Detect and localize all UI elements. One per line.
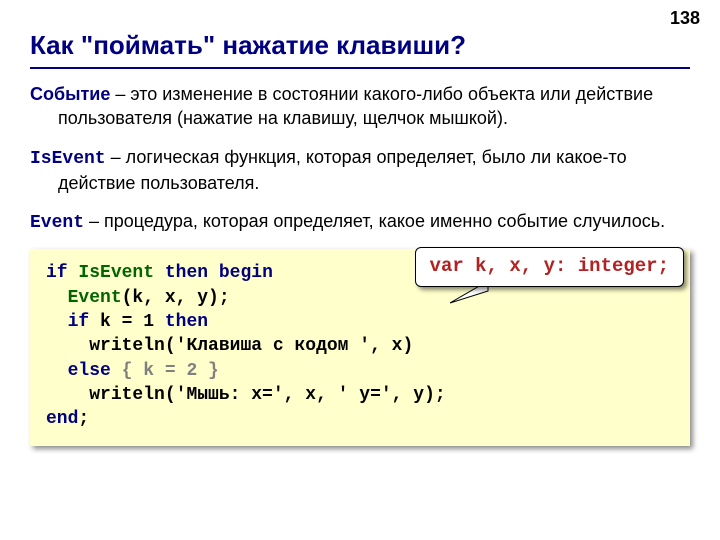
para-eventproc-text: – процедура, которая определяет, какое и… — [84, 211, 665, 231]
code-args: (k, x, y); — [122, 288, 230, 308]
para-eventproc: Event – процедура, которая определяет, к… — [30, 209, 690, 235]
kw-if: if — [46, 263, 68, 283]
kw-then2: then — [165, 312, 208, 332]
slide-body: Событие – это изменение в состоянии како… — [30, 82, 690, 446]
para-event-text: – это изменение в состоянии какого-либо … — [58, 84, 653, 128]
para-event: Событие – это изменение в состоянии како… — [30, 82, 690, 131]
callout-box: var k, x, y: integer; — [415, 247, 684, 287]
code-cond: k = 1 — [89, 312, 165, 332]
page-number: 138 — [670, 8, 700, 29]
code-semi: ; — [78, 409, 89, 429]
kw-then-begin: then begin — [165, 263, 273, 283]
para-isevent-text: – логическая функция, которая определяет… — [58, 147, 627, 193]
kw-end: end — [46, 409, 78, 429]
id-isevent: IsEvent — [78, 263, 154, 283]
term-isevent: IsEvent — [30, 149, 106, 169]
code-str2: ('Мышь: x=', x, ' y=', y); — [165, 385, 446, 405]
term-eventproc: Event — [30, 213, 84, 233]
para-isevent: IsEvent – логическая функция, которая оп… — [30, 145, 690, 196]
term-event: Событие — [30, 84, 110, 104]
kw-if2: if — [68, 312, 90, 332]
slide-title: Как "поймать" нажатие клавиши? — [30, 30, 690, 69]
id-event: Event — [68, 288, 122, 308]
code-area: if IsEvent then begin Event(k, x, y); if… — [30, 249, 690, 445]
code-writeln2: writeln — [89, 385, 165, 405]
code-comment: { k = 2 } — [122, 361, 219, 381]
kw-else: else — [68, 361, 111, 381]
code-writeln1: writeln — [89, 336, 165, 356]
code-str1: ('Клавиша с кодом ', x) — [165, 336, 413, 356]
